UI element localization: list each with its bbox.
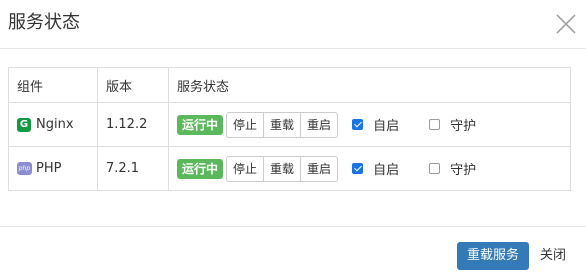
header-component: 组件: [8, 67, 98, 103]
header-version: 版本: [97, 67, 169, 103]
restart-button[interactable]: 重启: [301, 111, 339, 138]
version-cell: 1.12.2: [97, 102, 169, 147]
restart-button[interactable]: 重启: [301, 155, 339, 182]
table-row: G Nginx 1.12.2 运行中 停止 重载 重启 自启 守护: [8, 102, 571, 147]
guard-label: 守护: [450, 119, 477, 134]
guard-checkbox[interactable]: 守护: [429, 115, 476, 134]
php-icon: php: [17, 162, 32, 175]
reload-button[interactable]: 重载: [264, 155, 302, 182]
stop-button[interactable]: 停止: [226, 155, 265, 182]
checkbox-checked-icon: [352, 119, 364, 130]
component-cell: php PHP: [8, 146, 98, 191]
version-cell: 7.2.1: [97, 146, 169, 191]
close-icon[interactable]: [555, 13, 577, 35]
header-service-status: 服务状态: [168, 67, 571, 103]
guard-checkbox[interactable]: 守护: [429, 159, 476, 178]
status-cell: 运行中 停止 重载 重启 自启 守护: [168, 102, 571, 147]
dialog-footer: 重载服务 关闭: [0, 226, 586, 275]
autostart-checkbox[interactable]: 自启: [352, 159, 399, 178]
nginx-icon: G: [17, 117, 31, 132]
status-badge: 运行中: [177, 114, 224, 135]
reload-service-button[interactable]: 重载服务: [457, 242, 530, 270]
checkbox-unchecked-icon: [429, 163, 441, 174]
service-table-wrapper: 组件 版本 服务状态 G Nginx 1.12.2 运行中 停止 重载 重启 自…: [8, 67, 571, 191]
action-button-group: 停止 重载 重启: [226, 111, 339, 138]
checkbox-checked-icon: [352, 163, 364, 174]
autostart-checkbox[interactable]: 自启: [352, 115, 399, 134]
autostart-label: 自启: [373, 163, 400, 178]
guard-label: 守护: [450, 163, 477, 178]
dialog-header: 服务状态: [0, 0, 586, 49]
table-header-row: 组件 版本 服务状态: [8, 67, 571, 103]
status-cell: 运行中 停止 重载 重启 自启 守护: [168, 146, 571, 191]
service-table: 组件 版本 服务状态 G Nginx 1.12.2 运行中 停止 重载 重启 自…: [8, 67, 571, 191]
component-name: PHP: [36, 161, 62, 176]
reload-button[interactable]: 重载: [264, 111, 302, 138]
status-badge: 运行中: [177, 158, 224, 179]
dialog-title: 服务状态: [8, 12, 80, 33]
autostart-label: 自启: [373, 119, 400, 134]
stop-button[interactable]: 停止: [226, 111, 265, 138]
checkbox-unchecked-icon: [429, 119, 441, 130]
close-button[interactable]: 关闭: [540, 242, 566, 270]
service-status-dialog: 服务状态 组件 版本 服务状态 G Nginx 1.12.2 运行中 停止 重载…: [0, 0, 586, 275]
component-name: Nginx: [36, 117, 74, 132]
action-button-group: 停止 重载 重启: [226, 155, 339, 182]
table-row: php PHP 7.2.1 运行中 停止 重载 重启 自启 守护: [8, 146, 571, 191]
component-cell: G Nginx: [8, 102, 98, 147]
